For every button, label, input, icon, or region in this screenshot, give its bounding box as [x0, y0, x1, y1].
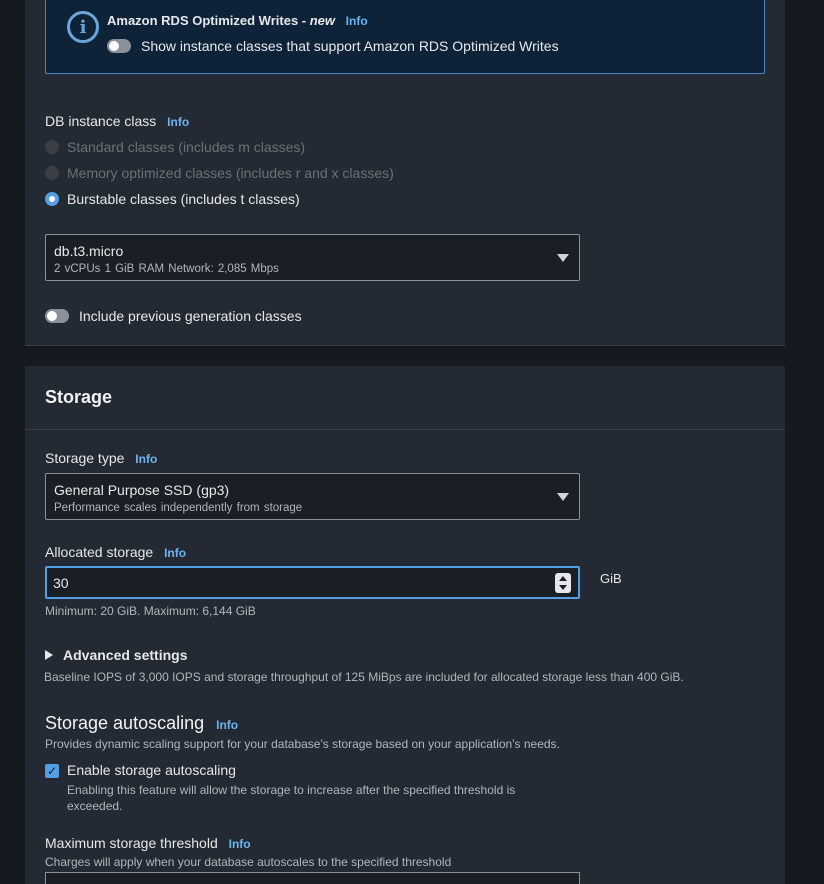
optimized-writes-toggle[interactable]	[107, 39, 131, 53]
storage-type-label: Storage type Info	[45, 450, 158, 466]
optimized-writes-alert: i Amazon RDS Optimized Writes - new Info…	[45, 0, 765, 74]
baseline-iops-note: Baseline IOPS of 3,000 IOPS and storage …	[44, 670, 684, 684]
instance-configuration-panel: i Amazon RDS Optimized Writes - new Info…	[25, 0, 785, 346]
check-icon: ✓	[46, 764, 58, 778]
panel-gap	[25, 346, 785, 366]
optimized-writes-toggle-label: Show instance classes that support Amazo…	[141, 38, 559, 54]
instance-class-select[interactable]: db.t3.micro 2 vCPUs 1 GiB RAM Network: 2…	[45, 234, 580, 281]
allocated-storage-hint: Minimum: 20 GiB. Maximum: 6,144 GiB	[45, 604, 256, 618]
enable-autoscaling-description: Enabling this feature will allow the sto…	[67, 783, 516, 813]
allocated-storage-field[interactable]	[53, 574, 533, 592]
max-storage-threshold-info-link[interactable]: Info	[229, 837, 251, 851]
new-tag: new	[309, 13, 336, 28]
radio-standard-classes[interactable]: Standard classes (includes m classes)	[45, 139, 305, 155]
info-circle-icon: i	[67, 11, 99, 43]
db-instance-class-label: DB instance class Info	[45, 113, 190, 129]
stepper-down-icon[interactable]	[559, 585, 567, 590]
storage-autoscaling-title: Storage autoscaling Info	[45, 713, 239, 733]
max-storage-threshold-input[interactable]	[45, 872, 580, 884]
storage-type-description: Performance scales independently from st…	[54, 502, 303, 514]
radio-button[interactable]	[45, 166, 59, 180]
alert-info-link[interactable]: Info	[346, 14, 368, 28]
storage-section-header: Storage	[25, 366, 785, 430]
autoscaling-description: Provides dynamic scaling support for you…	[45, 737, 560, 751]
allocated-storage-unit: GiB	[600, 571, 622, 586]
storage-type-info-link[interactable]: Info	[135, 452, 157, 466]
db-instance-class-info-link[interactable]: Info	[167, 115, 189, 129]
radio-memory-optimized-classes[interactable]: Memory optimized classes (includes r and…	[45, 165, 394, 181]
right-gutter	[785, 0, 824, 884]
instance-class-details: 2 vCPUs 1 GiB RAM Network: 2,085 Mbps	[54, 263, 279, 275]
max-storage-threshold-label: Maximum storage threshold Info	[45, 835, 251, 851]
selected-instance-class: db.t3.micro	[54, 243, 124, 259]
storage-type-select[interactable]: General Purpose SSD (gp3) Performance sc…	[45, 473, 580, 520]
left-gutter	[0, 0, 25, 884]
number-stepper[interactable]	[555, 573, 571, 593]
selected-storage-type: General Purpose SSD (gp3)	[54, 482, 230, 498]
radio-button[interactable]	[45, 140, 59, 154]
stepper-up-icon[interactable]	[559, 576, 567, 581]
storage-panel: Storage Storage type Info General Purpos…	[25, 366, 785, 884]
radio-burstable-classes[interactable]: Burstable classes (includes t classes)	[45, 191, 300, 207]
advanced-settings-expander[interactable]: Advanced settings	[45, 647, 187, 663]
allocated-storage-input[interactable]	[45, 566, 580, 599]
previous-generation-label: Include previous generation classes	[79, 308, 302, 324]
enable-autoscaling-label: Enable storage autoscaling	[67, 762, 236, 778]
enable-autoscaling-checkbox[interactable]: ✓	[45, 764, 59, 778]
caret-down-icon	[557, 254, 569, 262]
allocated-storage-label: Allocated storage Info	[45, 544, 187, 560]
autoscaling-info-link[interactable]: Info	[216, 718, 238, 732]
caret-right-icon	[45, 650, 53, 660]
alert-title: Amazon RDS Optimized Writes - new Info	[107, 13, 368, 28]
caret-down-icon	[557, 493, 569, 501]
radio-button-selected[interactable]	[45, 192, 59, 206]
max-storage-threshold-description: Charges will apply when your database au…	[45, 855, 452, 869]
previous-generation-toggle[interactable]	[45, 309, 69, 323]
allocated-storage-info-link[interactable]: Info	[164, 546, 186, 560]
storage-section-title: Storage	[45, 387, 113, 407]
